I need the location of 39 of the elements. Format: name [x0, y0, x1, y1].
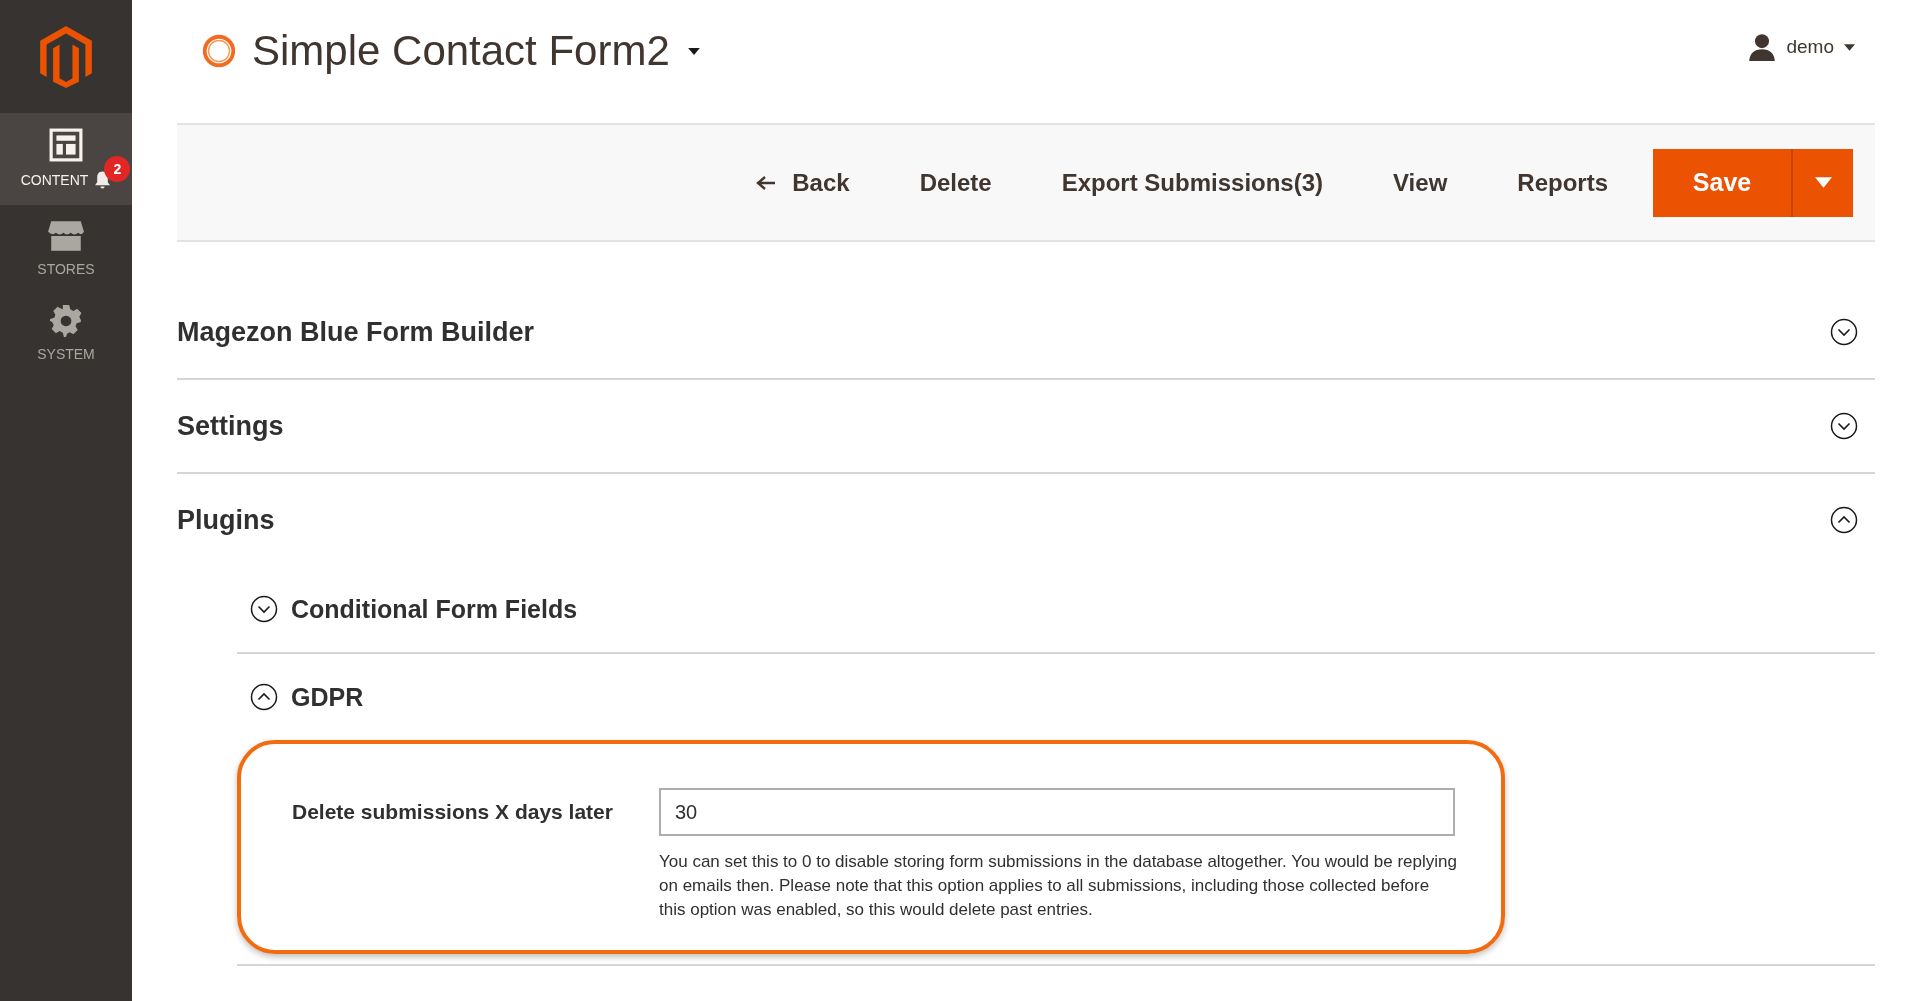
storefront-icon — [47, 218, 85, 253]
gear-icon — [49, 303, 83, 338]
arrow-left-icon — [756, 174, 777, 191]
chevron-circle-icon — [1830, 506, 1858, 534]
toolbar-button[interactable]: Delete — [884, 158, 1027, 207]
user-icon — [1748, 33, 1777, 61]
caret-icon[interactable] — [687, 47, 700, 55]
sidebar-item-label: CONTENT — [20, 172, 89, 188]
caret-icon — [1814, 177, 1832, 188]
chevron-circle-icon — [1830, 318, 1858, 346]
layout-icon — [49, 128, 83, 162]
ring-icon — [200, 32, 238, 70]
sidebar-item[interactable]: SYSTEM — [0, 290, 132, 375]
subsection-header[interactable]: Conditional Form Fields — [237, 566, 1875, 654]
logo-icon[interactable] — [39, 25, 93, 88]
user-menu[interactable]: demo — [1748, 33, 1855, 61]
sidebar-item-label: STORES — [37, 260, 95, 277]
field-note: You can set this to 0 to disable storing form submissions in the database altogether. You would be replying on emails then. Please note that this option applies to all submissions, including those collected before this option was enabled, so this would delete past entries. — [659, 851, 1458, 921]
page-title: Simple Contact Form2 — [252, 27, 670, 75]
chevron-circle-icon — [250, 595, 278, 623]
input-field[interactable]: 30 — [659, 788, 1455, 836]
save-options-button[interactable] — [1791, 148, 1853, 217]
field-label: Delete submissions X days later — [292, 799, 614, 825]
section-header[interactable]: Plugins — [177, 474, 1875, 566]
section-header[interactable]: Settings — [177, 380, 1875, 474]
section-header[interactable]: Magezon Blue Form Builder — [177, 286, 1875, 380]
toolbar-button[interactable]: Reports — [1482, 158, 1643, 207]
save-button[interactable]: Save — [1653, 148, 1791, 217]
sidebar-item-label: SYSTEM — [37, 345, 95, 362]
sidebar-item[interactable]: CONTENT 2 — [0, 113, 132, 205]
subsection-header[interactable]: GDPR — [237, 654, 1875, 740]
chevron-circle-icon — [1830, 412, 1858, 440]
chevron-circle-icon — [250, 683, 278, 711]
notification-count: 2 — [104, 156, 131, 182]
toolbar-button[interactable]: Back — [721, 158, 885, 207]
sidebar-item[interactable]: STORES — [0, 205, 132, 290]
caret-icon — [1844, 43, 1855, 51]
toolbar-button[interactable]: Export Submissions(3) — [1026, 158, 1359, 207]
toolbar-button[interactable]: View — [1358, 158, 1483, 207]
